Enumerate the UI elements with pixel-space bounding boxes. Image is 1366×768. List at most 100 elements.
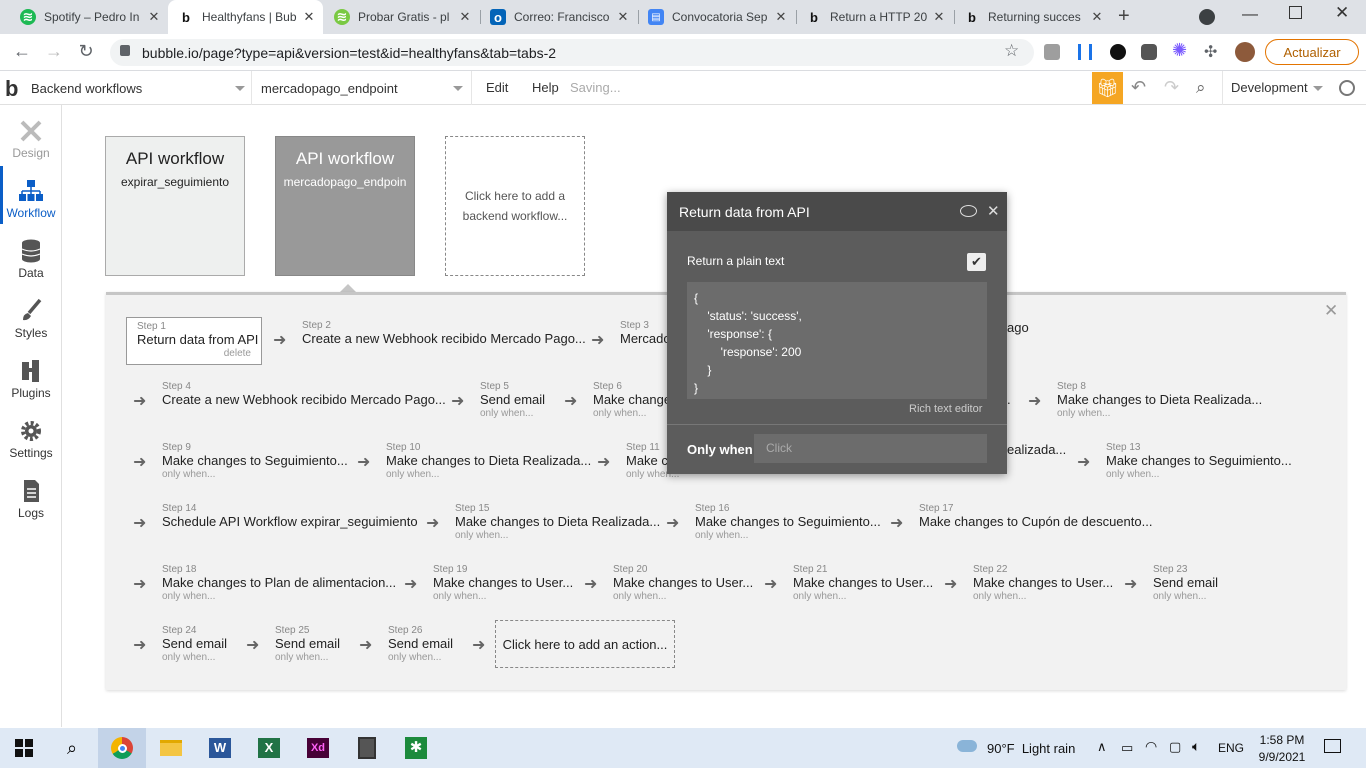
step-2[interactable]: Step 2 Create a new Webhook recibido Merc…	[302, 320, 586, 347]
url-text[interactable]: bubble.io/page?type=api&version=test&id=…	[142, 45, 556, 61]
api-workflow-card-selected[interactable]: API workflow mercadopago_endpoin	[275, 136, 415, 276]
tab-search-icon[interactable]	[1199, 9, 1215, 25]
comment-icon[interactable]	[960, 205, 977, 217]
close-icon[interactable]: ✕	[457, 9, 473, 25]
nav-logs[interactable]: Logs	[0, 472, 62, 532]
step-18[interactable]: Step 18 Make changes to Plan de alimentac…	[162, 564, 396, 602]
step-10[interactable]: Step 10 Make changes to Dieta Realizada..…	[386, 442, 591, 480]
step-23[interactable]: Step 23 Send email only when...	[1153, 564, 1218, 602]
nav-data[interactable]: Data	[0, 232, 62, 292]
nav-plugins[interactable]: Plugins	[0, 352, 62, 412]
weather-text[interactable]: 90°F Light rain	[987, 741, 1075, 756]
undo-icon[interactable]: ↶	[1131, 77, 1146, 98]
browser-tab-5[interactable]: b Return a HTTP 20 ✕	[796, 0, 953, 34]
search-icon[interactable]: ⌕	[57, 733, 87, 763]
lock-icon[interactable]	[120, 45, 130, 56]
back-icon[interactable]: ←	[10, 41, 34, 62]
step-6[interactable]: Step 6 Make change only when...	[593, 381, 671, 419]
step-14[interactable]: Step 14 Schedule API Workflow expirar_seg…	[162, 503, 418, 530]
app-icon[interactable]: ✱	[401, 733, 431, 763]
step-9[interactable]: Step 9 Make changes to Seguimiento... only…	[162, 442, 348, 480]
user-icon[interactable]	[1339, 80, 1355, 96]
step-4[interactable]: Step 4 Create a new Webhook recibido Merc…	[162, 381, 446, 408]
close-panel-icon[interactable]: ✕	[1324, 301, 1338, 321]
step-3-tail[interactable]: ago	[1007, 320, 1029, 336]
browser-tab-4[interactable]: ▤ Convocatoria Sep ✕	[638, 0, 795, 34]
battery-icon[interactable]: ▭	[1121, 740, 1133, 756]
extension-icon[interactable]	[1044, 44, 1060, 60]
response-body-text[interactable]: { 'status': 'success', 'response': { 're…	[694, 289, 802, 397]
puzzle-icon[interactable]: ✣	[1204, 42, 1217, 62]
bookmark-star-icon[interactable]: ☆	[1004, 41, 1019, 61]
section-dropdown[interactable]: Backend workflows	[24, 71, 252, 105]
volume-icon[interactable]: 🔈︎	[1192, 738, 1200, 755]
workflow-dropdown[interactable]: mercadopago_endpoint	[253, 71, 472, 105]
add-action-button[interactable]: Click here to add an action...	[495, 620, 675, 668]
search-icon[interactable]: ⌕	[1196, 78, 1206, 98]
step-19[interactable]: Step 19 Make changes to User... only when.…	[433, 564, 573, 602]
step-1-card[interactable]: Step 1 Return data from API delete	[126, 317, 262, 365]
step-22[interactable]: Step 22 Make changes to User... only when.…	[973, 564, 1113, 602]
extension-icon[interactable]: ✺	[1172, 40, 1187, 61]
weather-cloud-icon[interactable]	[957, 740, 977, 752]
extension-icon[interactable]	[1110, 44, 1126, 60]
step-25[interactable]: Step 25 Send email only when...	[275, 625, 340, 663]
calculator-icon[interactable]	[352, 733, 382, 763]
bubble-logo[interactable]: b	[5, 76, 18, 102]
close-icon[interactable]: ✕	[615, 9, 631, 25]
plain-text-checkbox[interactable]: ✔	[967, 253, 986, 271]
step-21[interactable]: Step 21 Make changes to User... only when.…	[793, 564, 933, 602]
step-5[interactable]: Step 5 Send email only when...	[480, 381, 545, 419]
close-icon[interactable]: ✕	[931, 9, 947, 25]
window-close-icon[interactable]: ✕	[1335, 3, 1349, 23]
avatar[interactable]	[1235, 42, 1255, 62]
browser-tab-1[interactable]: b Healthyfans | Bub ✕	[168, 0, 323, 34]
step-20[interactable]: Step 20 Make changes to User... only when.…	[613, 564, 753, 602]
step-3[interactable]: Step 3 Mercado	[620, 320, 671, 347]
gift-icon[interactable]: 🎁︎	[1092, 72, 1123, 104]
chrome-icon[interactable]	[107, 733, 137, 763]
nav-styles[interactable]: Styles	[0, 292, 62, 352]
only-when-input[interactable]: Click	[754, 434, 987, 463]
step-8[interactable]: Step 8 Make changes to Dieta Realizada...…	[1057, 381, 1262, 419]
adobe-xd-icon[interactable]: Xd	[303, 733, 333, 763]
close-icon[interactable]: ✕	[1089, 9, 1105, 25]
rich-text-editor-link[interactable]: Rich text editor	[909, 403, 982, 415]
api-workflow-card[interactable]: API workflow expirar_seguimiento	[105, 136, 245, 276]
browser-tab-2[interactable]: ≋ Probar Gratis - pl ✕	[324, 0, 479, 34]
wifi-icon[interactable]: ◠	[1145, 738, 1157, 755]
network-icon[interactable]: ▢	[1169, 739, 1181, 755]
extension-icon[interactable]	[1078, 44, 1092, 60]
nav-settings[interactable]: Settings	[0, 412, 62, 472]
step-24[interactable]: Step 24 Send email only when...	[162, 625, 227, 663]
close-icon[interactable]: ✕	[301, 9, 317, 25]
browser-tab-0[interactable]: ≋ Spotify – Pedro In ✕	[10, 0, 168, 34]
step-13[interactable]: Step 13 Make changes to Seguimiento... onl…	[1106, 442, 1292, 480]
step-15[interactable]: Step 15 Make changes to Dieta Realizada..…	[455, 503, 660, 541]
step-16[interactable]: Step 16 Make changes to Seguimiento... onl…	[695, 503, 881, 541]
browser-tab-3[interactable]: o Correo: Francisco ✕	[480, 0, 637, 34]
close-icon[interactable]: ✕	[987, 202, 1000, 220]
forward-icon[interactable]: →	[42, 41, 66, 62]
chevron-up-icon[interactable]: ∧	[1097, 739, 1107, 755]
nav-workflow[interactable]: Workflow	[0, 172, 62, 232]
help-menu[interactable]: Help	[532, 80, 559, 95]
notifications-icon[interactable]	[1324, 739, 1341, 753]
nav-design[interactable]: Design	[0, 112, 62, 172]
close-icon[interactable]: ✕	[146, 9, 162, 25]
file-explorer-icon[interactable]	[156, 733, 186, 763]
delete-link[interactable]: delete	[137, 348, 251, 359]
add-backend-workflow[interactable]: Click here to add a backend workflow...	[445, 136, 585, 276]
step-26[interactable]: Step 26 Send email only when...	[388, 625, 453, 663]
excel-icon[interactable]: X	[254, 733, 284, 763]
robot-extension-icon[interactable]	[1141, 44, 1157, 60]
word-icon[interactable]: W	[205, 733, 235, 763]
environment-dropdown[interactable]: Development	[1231, 80, 1308, 95]
update-button[interactable]: Actualizar	[1265, 39, 1359, 65]
windows-start-icon[interactable]	[9, 733, 39, 763]
new-tab-icon[interactable]: +	[1118, 5, 1130, 28]
close-icon[interactable]: ✕	[773, 9, 789, 25]
clock-time[interactable]: 1:58 PM	[1257, 733, 1307, 747]
redo-icon[interactable]: ↷	[1164, 77, 1179, 98]
reload-icon[interactable]: ↻	[74, 41, 98, 62]
